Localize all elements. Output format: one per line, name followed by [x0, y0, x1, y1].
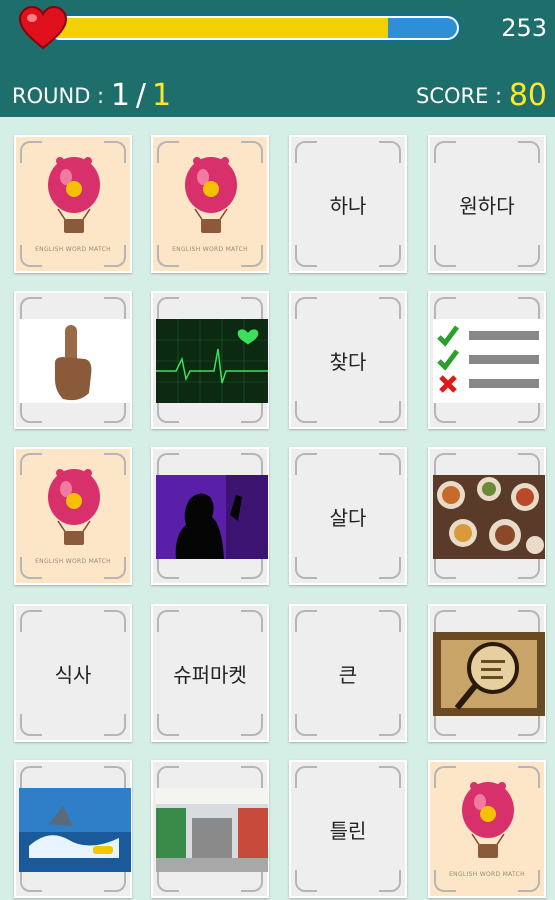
word-card-text: 슈퍼마켓 [173, 662, 247, 687]
picture-card[interactable] [428, 447, 546, 585]
silhouette-singing-image [156, 475, 268, 559]
round-current: 1 [110, 78, 130, 113]
picture-card[interactable] [428, 604, 546, 742]
score-value: 80 [508, 78, 547, 113]
word-card-text: 원하다 [459, 193, 515, 218]
game-header: 253 ROUND : 1/1 SCORE : 80 [0, 0, 555, 117]
time-progress-fill [50, 18, 388, 38]
word-card[interactable]: 찾다 [289, 291, 407, 429]
word-card[interactable]: 살다 [289, 447, 407, 585]
checklist-image [433, 319, 545, 403]
picture-card[interactable] [151, 291, 269, 429]
word-card[interactable]: 하나 [289, 135, 407, 273]
round-total: 1 [152, 78, 172, 113]
heart-icon [18, 6, 68, 50]
card-face-down[interactable]: ENGLISH WORD MATCH [428, 760, 546, 898]
food-table-image [433, 475, 545, 559]
card-face-down[interactable]: ENGLISH WORD MATCH [14, 135, 132, 273]
supermarket-aisle-image [156, 788, 268, 872]
round-label: ROUND : [12, 84, 105, 108]
word-card-text: 큰 [338, 662, 358, 687]
card-face-down[interactable]: ENGLISH WORD MATCH [151, 135, 269, 273]
hot-air-balloon-icon [48, 469, 100, 545]
word-card-text: 하나 [329, 193, 367, 218]
picture-card[interactable] [14, 291, 132, 429]
word-card-text: 틀린 [329, 818, 367, 843]
score-label: SCORE : [415, 84, 503, 108]
picture-card[interactable] [151, 447, 269, 585]
round-indicator: ROUND : 1/1 [12, 76, 172, 113]
hot-air-balloon-icon [462, 782, 514, 858]
magnifying-glass-paper-image [433, 632, 545, 716]
picture-card[interactable] [14, 760, 132, 898]
picture-card[interactable] [151, 760, 269, 898]
time-remaining: 253 [501, 14, 547, 42]
shark-jetski-image [19, 788, 131, 872]
round-separator: / [135, 78, 147, 113]
finger-pointing-up-image [19, 319, 131, 403]
word-card-text: 찾다 [329, 349, 367, 374]
time-progress-bar [46, 14, 461, 42]
picture-card[interactable] [428, 291, 546, 429]
word-card[interactable]: 큰 [289, 604, 407, 742]
word-card-text: 식사 [54, 662, 92, 687]
word-card[interactable]: 틀린 [289, 760, 407, 898]
hot-air-balloon-icon [48, 157, 100, 233]
score-indicator: SCORE : 80 [415, 76, 547, 113]
word-card[interactable]: 슈퍼마켓 [151, 604, 269, 742]
word-card-text: 살다 [329, 505, 367, 530]
hot-air-balloon-icon [185, 157, 237, 233]
heart-monitor-image [156, 319, 268, 403]
word-card[interactable]: 원하다 [428, 135, 546, 273]
word-card[interactable]: 식사 [14, 604, 132, 742]
card-face-down[interactable]: ENGLISH WORD MATCH [14, 447, 132, 585]
